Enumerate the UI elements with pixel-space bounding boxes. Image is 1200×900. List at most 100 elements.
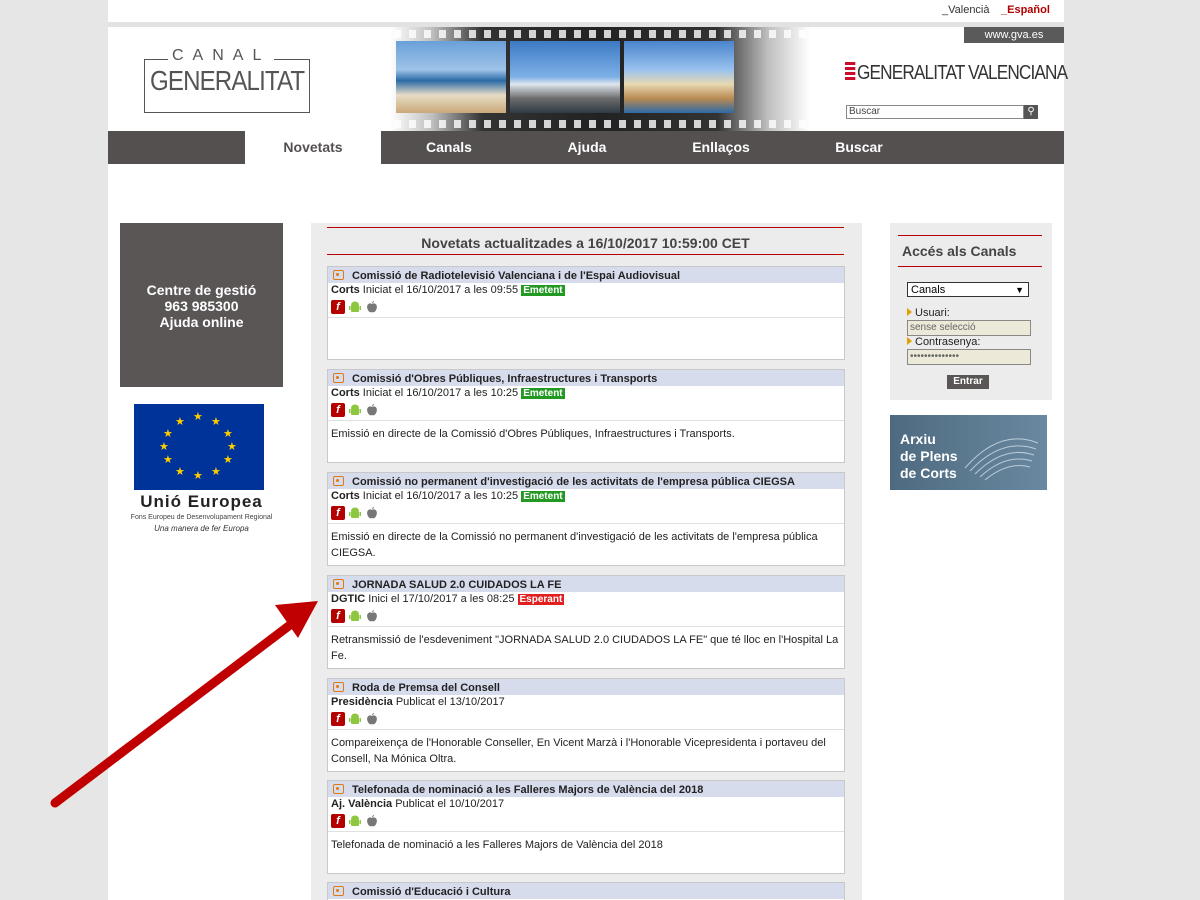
news-item-date: Iniciat el 16/10/2017 a les 10:25 (359, 490, 522, 502)
eu-flag-icon: ★ ★ ★ ★ ★ ★ ★ ★ ★ ★ ★ ★ (134, 404, 264, 490)
news-item[interactable]: Comissió no permanent d'investigació de … (327, 472, 845, 566)
news-item[interactable]: Comissió de Radiotelevisió Valenciana i … (327, 266, 845, 360)
status-badge: Emetent (521, 491, 565, 502)
gva-link[interactable]: www.gva.es (964, 27, 1064, 43)
page: _Valencià _Español CANAL GENERALITAT www… (108, 0, 1068, 900)
header: CANAL GENERALITAT www.gva.es GENERALITAT… (108, 27, 1068, 131)
eu-logo: ★ ★ ★ ★ ★ ★ ★ ★ ★ ★ ★ ★ Unió Europea Fon… (120, 402, 283, 534)
enter-button[interactable]: Entrar (947, 375, 989, 389)
lang-espanol-link[interactable]: _Español (1001, 4, 1050, 16)
password-label: Contrasenya: (907, 336, 980, 348)
news-item-description: Telefonada de nominació a les Falleres M… (331, 839, 663, 851)
lang-valencia-link[interactable]: _Valencià (942, 4, 990, 16)
search-icon[interactable]: ⚲ (1024, 105, 1038, 119)
android-icon[interactable] (348, 814, 362, 828)
news-item-date: Iniciat el 16/10/2017 a les 10:25 (359, 387, 522, 399)
video-camera-icon (333, 886, 344, 896)
news-item[interactable]: JORNADA SALUD 2.0 CUIDADOS LA FE DGTIC I… (327, 575, 845, 669)
news-panel: Novetats actualitzades a 16/10/2017 10:5… (311, 223, 862, 900)
nav-ajuda[interactable]: Ajuda (532, 131, 642, 164)
news-item[interactable]: Comissió d'Educació i Cultura (327, 882, 845, 900)
help-center-phone: 963 985300 (164, 298, 239, 314)
news-item[interactable]: Telefonada de nominació a les Falleres M… (327, 780, 845, 874)
gv-flag-icon (845, 62, 856, 82)
news-item-source: Aj. València (331, 798, 393, 810)
header-search-input[interactable]: Buscar (846, 105, 1024, 119)
flash-icon[interactable]: f (331, 814, 345, 828)
android-icon[interactable] (348, 300, 362, 314)
news-item-title[interactable]: Comissió no permanent d'investigació de … (352, 476, 795, 488)
apple-icon[interactable] (365, 300, 379, 314)
news-item-description: Emissió en directe de la Comissió no per… (331, 531, 818, 559)
film-holes-bottom (390, 120, 810, 128)
nav-enllacos[interactable]: Enllaços (666, 131, 776, 164)
arxiu-plens-banner[interactable]: Arxiu de Plens de Corts (890, 415, 1047, 490)
news-panel-title: Novetats actualitzades a 16/10/2017 10:5… (327, 227, 844, 255)
flash-icon[interactable]: f (331, 609, 345, 623)
arxiu-line1: Arxiu (900, 431, 936, 447)
news-item-source: Corts (331, 284, 360, 296)
news-item[interactable]: Comissió d'Obres Públiques, Infraestruct… (327, 369, 845, 463)
news-item-source: Presidència (331, 696, 393, 708)
news-item-description: Emissió en directe de la Comissió d'Obre… (331, 428, 735, 440)
eu-subtitle: Fons Europeu de Desenvolupament Regional (130, 514, 273, 521)
flash-icon[interactable]: f (331, 506, 345, 520)
android-icon[interactable] (348, 506, 362, 520)
channel-access-title: Accés als Canals (898, 235, 1042, 267)
nav-novetats[interactable]: Novetats (245, 131, 381, 164)
apple-icon[interactable] (365, 712, 379, 726)
help-center-box[interactable]: Centre de gestió 963 985300 Ajuda online (120, 223, 283, 387)
video-camera-icon (333, 373, 344, 383)
generalitat-valenciana-logo[interactable]: GENERALITAT VALENCIANA (845, 62, 1068, 85)
arxiu-line2: de Plens (900, 448, 958, 464)
apple-icon[interactable] (365, 814, 379, 828)
channel-select[interactable]: Canals ▼ (907, 282, 1029, 297)
android-icon[interactable] (348, 712, 362, 726)
news-item-title[interactable]: Comissió d'Educació i Cultura (352, 886, 510, 898)
arxiu-line3: de Corts (900, 465, 957, 481)
video-camera-icon (333, 682, 344, 692)
android-icon[interactable] (348, 403, 362, 417)
video-camera-icon (333, 476, 344, 486)
news-item-date: Publicat el 10/10/2017 (392, 798, 505, 810)
android-icon[interactable] (348, 609, 362, 623)
news-item-title[interactable]: Telefonada de nominació a les Falleres M… (352, 784, 703, 796)
news-item-description (328, 318, 844, 323)
news-item-source: Corts (331, 490, 360, 502)
news-item[interactable]: Roda de Premsa del Consell Presidència P… (327, 678, 845, 772)
help-online-label: Ajuda online (159, 314, 244, 330)
main-nav: Novetats Canals Ajuda Enllaços Buscar (108, 131, 1064, 164)
flash-icon[interactable]: f (331, 300, 345, 314)
apple-icon[interactable] (365, 609, 379, 623)
news-item-title[interactable]: Comissió de Radiotelevisió Valenciana i … (352, 270, 680, 282)
apple-icon[interactable] (365, 403, 379, 417)
eu-title: Unió Europea (140, 492, 263, 511)
flash-icon[interactable]: f (331, 403, 345, 417)
header-film-banner (390, 27, 810, 131)
news-item-date: Iniciat el 16/10/2017 a les 09:55 (359, 284, 522, 296)
status-badge: Esperant (517, 594, 565, 605)
news-item-source: DGTIC (331, 593, 366, 605)
eu-motto: Una manera de fer Europa (154, 524, 249, 533)
banner-photo-beach (396, 41, 506, 113)
news-item-description: Retransmissió de l'esdeveniment "JORNADA… (331, 634, 839, 662)
news-item-date: Publicat el 13/10/2017 (392, 696, 505, 708)
film-holes-top (390, 30, 810, 38)
news-item-title[interactable]: Roda de Premsa del Consell (352, 682, 500, 694)
password-field[interactable]: •••••••••••••• (907, 349, 1031, 365)
user-field[interactable]: sense selecció (907, 320, 1031, 336)
flash-icon[interactable]: f (331, 712, 345, 726)
video-camera-icon (333, 579, 344, 589)
news-item-title[interactable]: Comissió d'Obres Públiques, Infraestruct… (352, 373, 657, 385)
user-label: Usuari: (907, 307, 950, 319)
news-item-date: Inici el 17/10/2017 a les 08:25 (365, 593, 518, 605)
news-item-description: Compareixença de l'Honorable Conseller, … (331, 737, 826, 765)
nav-canals[interactable]: Canals (394, 131, 504, 164)
logo-canal-text: CANAL (168, 47, 275, 65)
apple-icon[interactable] (365, 506, 379, 520)
status-badge: Emetent (521, 285, 565, 296)
nav-buscar[interactable]: Buscar (804, 131, 914, 164)
chevron-down-icon: ▼ (1015, 285, 1024, 295)
video-camera-icon (333, 784, 344, 794)
news-item-title[interactable]: JORNADA SALUD 2.0 CUIDADOS LA FE (352, 579, 561, 591)
